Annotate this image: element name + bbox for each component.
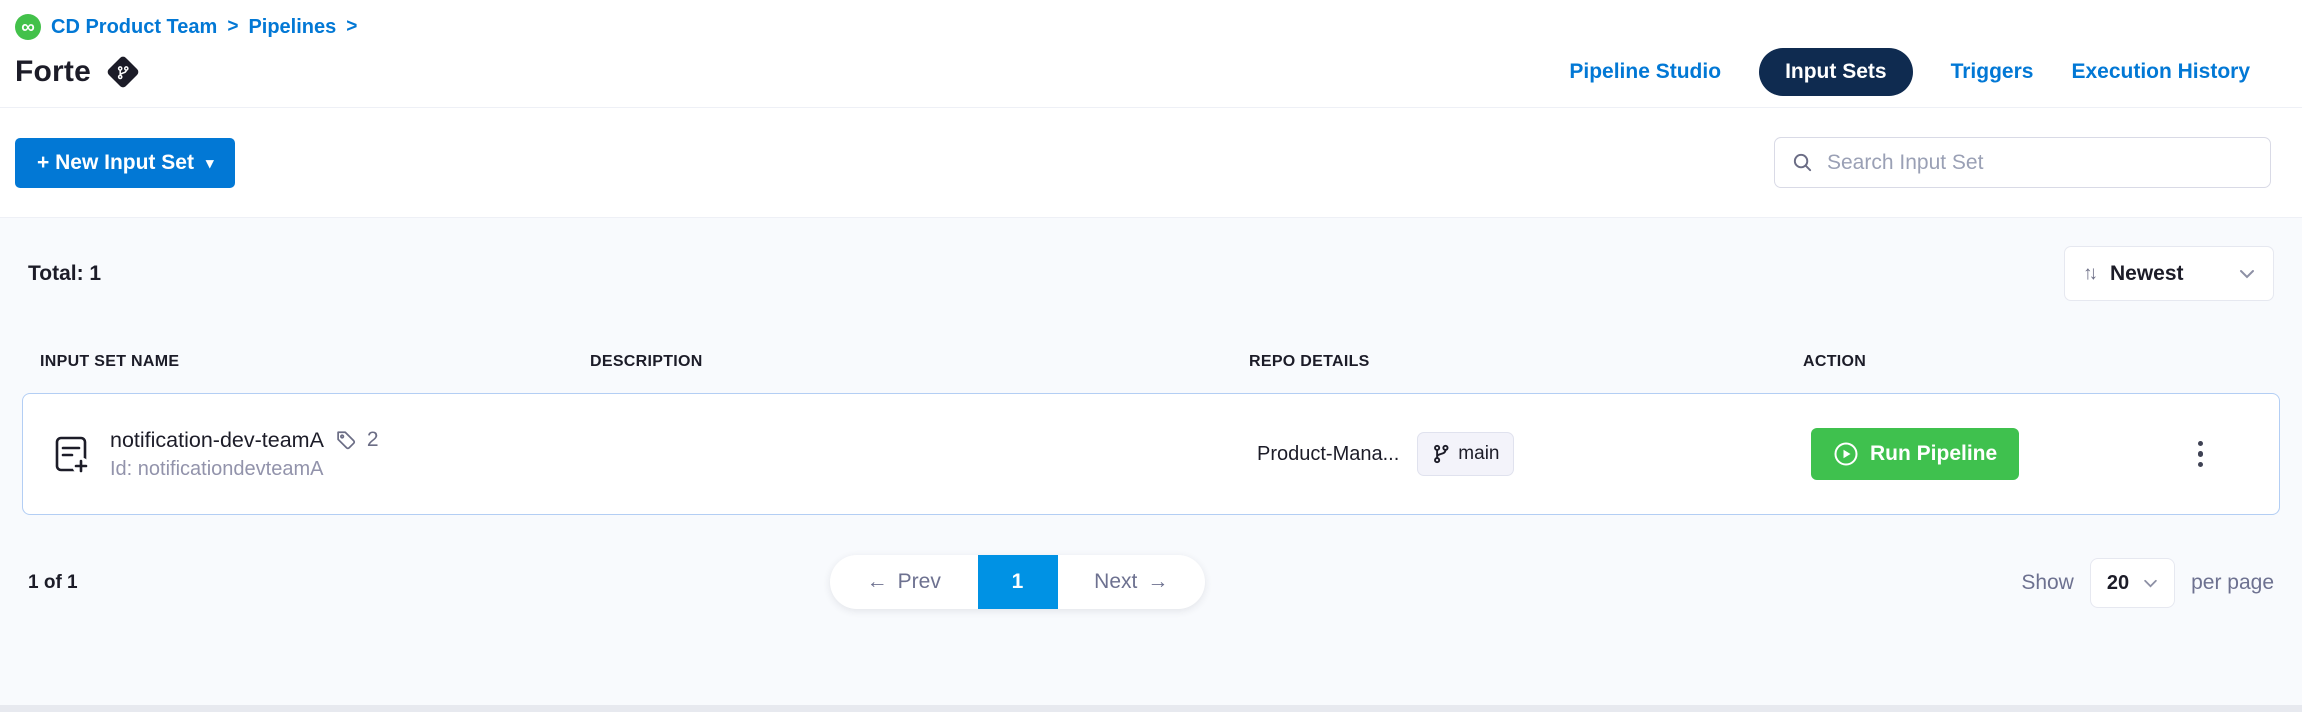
- next-label: Next: [1094, 570, 1137, 594]
- tag-count: 2: [367, 428, 379, 452]
- column-header-repo-details: Repo Details: [1249, 353, 1803, 371]
- input-set-list-section: Total: 1 ↑↓ Newest Input Set Name Descri…: [0, 218, 2302, 712]
- page-title: Forte: [15, 55, 91, 89]
- new-input-set-button[interactable]: + New Input Set ▾: [15, 138, 235, 188]
- next-page-button[interactable]: Next →: [1058, 555, 1206, 609]
- search-box: [1774, 137, 2271, 188]
- pagination-bar: 1 of 1 ← Prev 1 Next → Show 20: [22, 555, 2280, 611]
- git-branch-icon: [1432, 444, 1450, 464]
- repo-name: Product-Mana...: [1257, 443, 1399, 466]
- page-size-value: 20: [2107, 572, 2129, 595]
- run-pipeline-label: Run Pipeline: [1870, 442, 1997, 466]
- tab-execution-history[interactable]: Execution History: [2071, 60, 2250, 84]
- chevron-down-icon: ▾: [206, 154, 214, 172]
- page-size-select[interactable]: 20: [2090, 558, 2175, 608]
- branch-name: main: [1458, 443, 1499, 465]
- arrow-left-icon: ←: [867, 570, 888, 594]
- breadcrumb-pipelines-link[interactable]: Pipelines: [248, 16, 336, 39]
- toolbar: + New Input Set ▾: [0, 108, 2302, 218]
- search-input[interactable]: [1827, 151, 2254, 175]
- tab-triggers[interactable]: Triggers: [1951, 60, 2034, 84]
- chevron-down-icon: [2239, 269, 2255, 279]
- tab-pipeline-studio[interactable]: Pipeline Studio: [1569, 60, 1721, 84]
- input-set-icon: [48, 431, 94, 477]
- chevron-down-icon: [2143, 579, 2158, 588]
- breadcrumb-separator: >: [227, 16, 238, 38]
- new-input-set-label: + New Input Set: [37, 151, 194, 175]
- breadcrumb-separator: >: [346, 16, 357, 38]
- branch-badge: main: [1417, 432, 1514, 476]
- prev-page-button[interactable]: ← Prev: [830, 555, 978, 609]
- run-pipeline-button[interactable]: Run Pipeline: [1811, 428, 2019, 480]
- cd-module-icon: ∞: [15, 14, 41, 40]
- sort-arrows-icon: ↑↓: [2083, 263, 2094, 285]
- pipeline-nav-tabs: Pipeline Studio Input Sets Triggers Exec…: [1569, 48, 2250, 96]
- sort-selected-value: Newest: [2110, 262, 2227, 286]
- prev-label: Prev: [898, 570, 941, 594]
- per-page-label: per page: [2191, 571, 2274, 595]
- column-header-description: Description: [590, 353, 1249, 371]
- input-set-name: notification-dev-teamA: [110, 428, 324, 453]
- search-icon: [1791, 151, 1814, 174]
- column-header-input-set-name: Input Set Name: [40, 353, 590, 371]
- pager: ← Prev 1 Next →: [830, 555, 1205, 609]
- page-header: ∞ CD Product Team > Pipelines > Forte Pi…: [0, 0, 2302, 108]
- sort-dropdown[interactable]: ↑↓ Newest: [2064, 246, 2274, 301]
- table-header-row: Input Set Name Description Repo Details …: [22, 353, 2280, 371]
- row-options-menu-icon[interactable]: [2190, 433, 2212, 476]
- tag-icon: [334, 429, 357, 452]
- input-set-id: Id: notificationdevteamA: [110, 458, 379, 481]
- breadcrumb: ∞ CD Product Team > Pipelines >: [15, 14, 2250, 40]
- window-bottom-edge: [0, 705, 2302, 712]
- arrow-right-icon: →: [1147, 570, 1168, 594]
- current-page-button[interactable]: 1: [978, 555, 1058, 609]
- page-summary: 1 of 1: [28, 572, 78, 594]
- tab-input-sets[interactable]: Input Sets: [1759, 48, 1913, 96]
- git-sync-icon: [106, 55, 140, 89]
- column-header-action: Action: [1803, 353, 2280, 371]
- total-count: Total: 1: [28, 262, 101, 286]
- breadcrumb-team-link[interactable]: CD Product Team: [51, 16, 217, 39]
- input-set-row[interactable]: notification-dev-teamA 2 Id: notificatio…: [22, 393, 2280, 515]
- play-circle-icon: [1833, 441, 1859, 467]
- show-label: Show: [2021, 571, 2074, 595]
